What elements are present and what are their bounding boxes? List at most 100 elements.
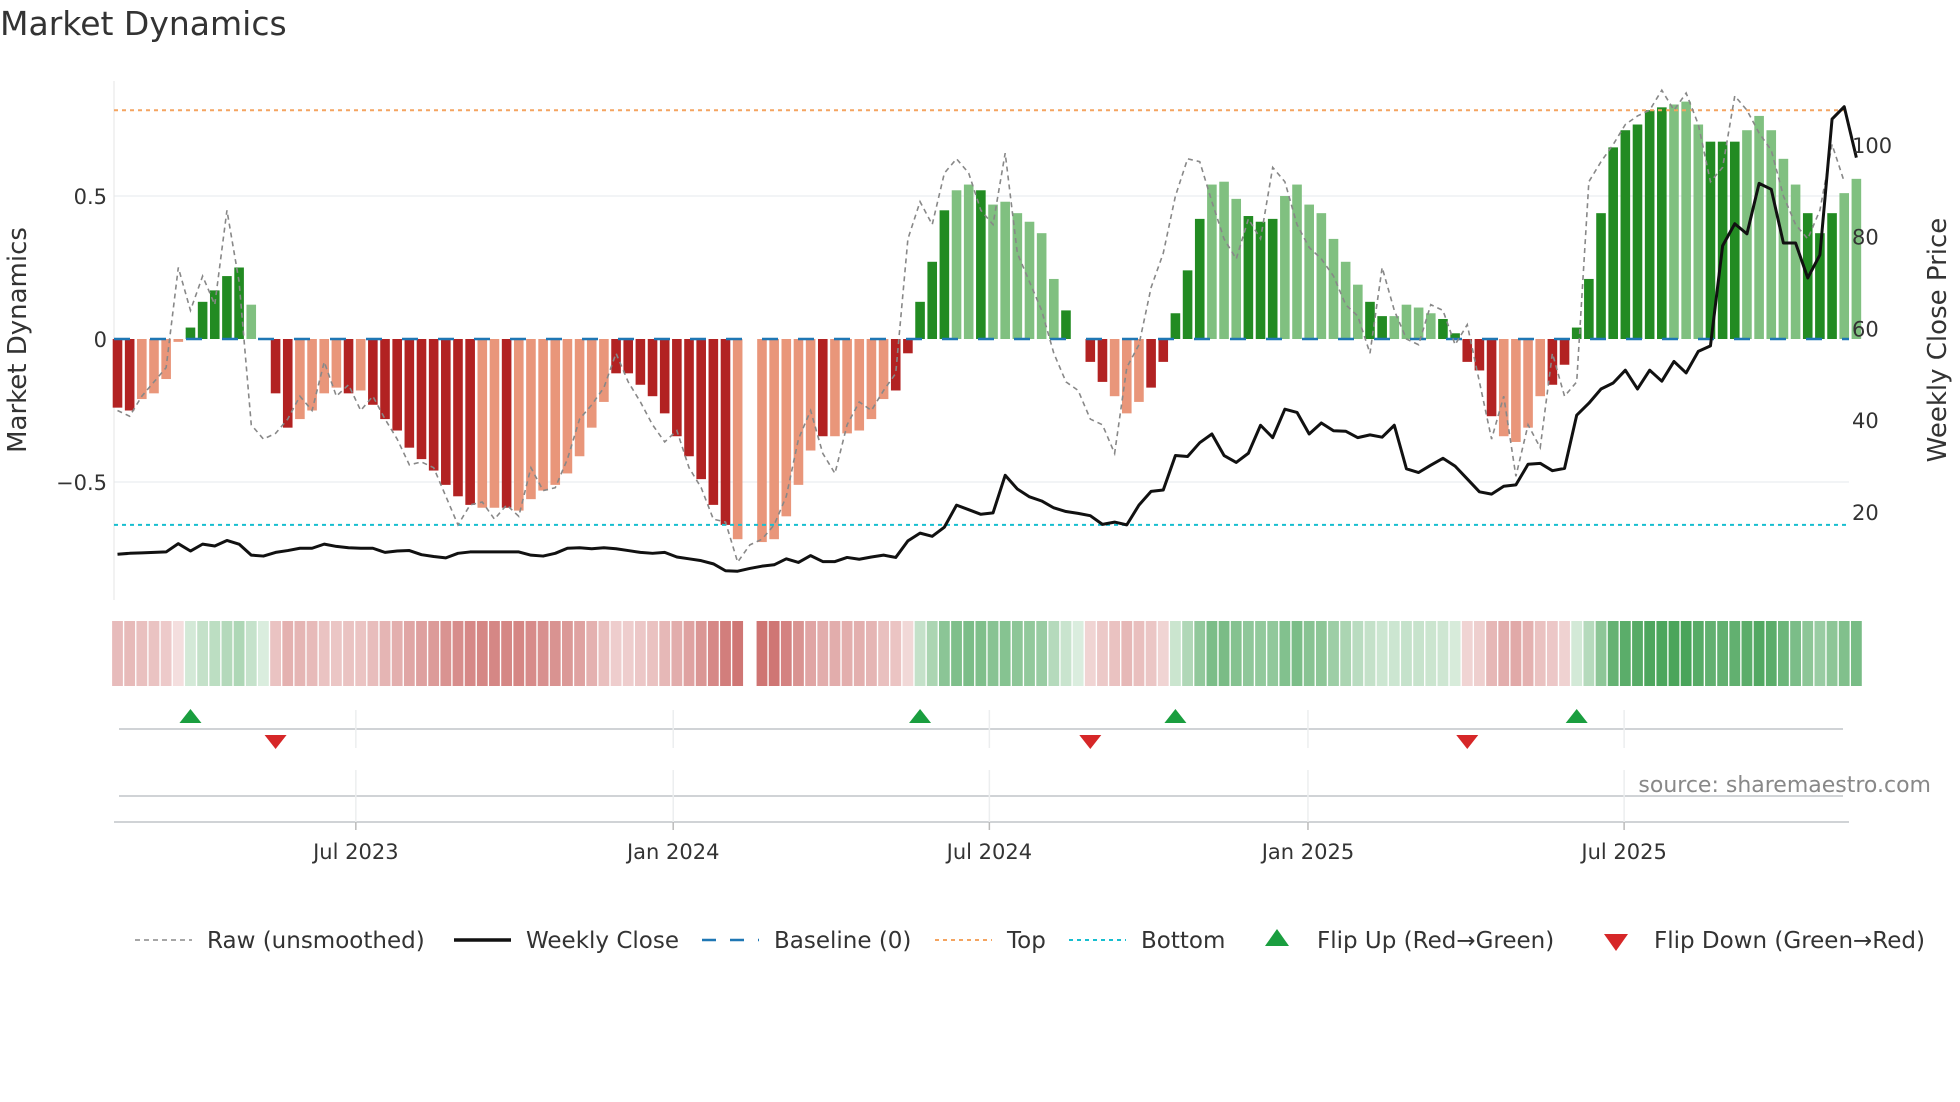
heatmap-cell xyxy=(379,621,391,686)
heatmap-cell xyxy=(1011,621,1023,686)
heatmap-cell xyxy=(1206,621,1218,686)
dynamics-bar xyxy=(1194,218,1205,339)
flip-down-legend-symbol xyxy=(1604,934,1628,951)
dynamics-bar xyxy=(586,339,597,428)
dynamics-bar xyxy=(963,184,974,339)
dynamics-bar xyxy=(1340,261,1351,339)
heatmap-cell xyxy=(1449,621,1461,686)
heatmap-cell xyxy=(902,621,914,686)
legend: Raw (unsmoothed) Weekly Close Baseline (0)… xyxy=(135,928,1925,954)
heatmap-cell xyxy=(282,621,294,686)
heatmap-cell xyxy=(598,621,610,686)
heatmap-cell xyxy=(1814,621,1826,686)
dynamics-bar xyxy=(173,339,184,342)
dynamics-bar xyxy=(355,339,366,391)
dynamics-bar xyxy=(295,339,305,420)
dynamics-bar xyxy=(1729,141,1740,339)
heatmap-cell xyxy=(817,621,829,686)
heatmap-cell xyxy=(671,621,683,686)
heatmap-cell xyxy=(294,621,306,686)
heatmap-cell xyxy=(1644,621,1656,686)
heatmap-cell xyxy=(355,621,367,686)
heatmap-cell xyxy=(1632,621,1643,686)
heatmap-cell xyxy=(756,621,768,686)
dynamics-bar xyxy=(1523,339,1533,428)
dynamics-bar xyxy=(1413,307,1424,339)
dynamics-bar xyxy=(1085,339,1096,362)
legend-item-flip-up: Flip Up (Red→Green) xyxy=(1265,928,1554,954)
heatmap-cell xyxy=(1364,621,1376,686)
heatmap-cell xyxy=(938,621,950,686)
dynamics-bar xyxy=(124,339,135,411)
legend-item-flip-down: Flip Down (Green→Red) xyxy=(1604,928,1925,954)
heatmap-cell xyxy=(197,621,209,686)
heatmap-cell xyxy=(112,621,123,686)
y2-axis-label: Weekly Close Price xyxy=(1923,218,1953,463)
flip-down-marker xyxy=(1456,735,1479,749)
dynamics-bar xyxy=(1121,339,1132,414)
heatmap-cell xyxy=(1255,621,1266,686)
heatmap-cell xyxy=(160,621,172,686)
x-tick-label: Jan 2025 xyxy=(1260,840,1355,864)
heatmap-cell xyxy=(489,621,500,686)
dynamics-bar xyxy=(1134,339,1144,402)
dynamics-bar xyxy=(1559,339,1570,365)
y-tick-label: 0 xyxy=(94,328,107,352)
dynamics-bar xyxy=(441,339,451,485)
dynamics-bar xyxy=(149,339,159,394)
dynamics-bar xyxy=(489,339,500,508)
flip-panel: Jul 2023 Jan 2024 Jul 2024 Jan 2025 Jul 2025 xyxy=(114,709,1849,864)
dynamics-bar xyxy=(1292,184,1302,339)
heatmap-cell xyxy=(330,621,342,686)
heatmap-cell xyxy=(1133,621,1145,686)
heatmap-cell xyxy=(1619,621,1631,686)
heatmap-cell xyxy=(513,621,525,686)
heatmap-cell xyxy=(525,621,537,686)
dynamics-bar xyxy=(1754,115,1764,339)
dynamics-bar xyxy=(915,301,925,339)
heatmap-cell xyxy=(622,621,634,686)
dynamics-bar xyxy=(1851,178,1862,339)
heatmap-cell xyxy=(476,621,488,686)
dynamics-bar xyxy=(319,339,330,394)
heatmap-cell xyxy=(1230,621,1242,686)
dynamics-bar xyxy=(453,339,463,497)
dynamics-bar xyxy=(684,339,694,457)
heatmap-cell xyxy=(1534,621,1546,686)
dynamics-bar xyxy=(951,190,962,339)
dynamics-bar xyxy=(1109,339,1120,397)
heatmap-cell xyxy=(1425,621,1437,686)
dynamics-bar xyxy=(331,339,342,388)
dynamics-bar xyxy=(1231,198,1242,339)
dynamics-bar xyxy=(708,339,719,505)
dynamics-bar xyxy=(1547,339,1558,385)
dynamics-bar xyxy=(927,261,938,339)
dynamics-bar xyxy=(1827,213,1837,339)
dynamics-bar xyxy=(1620,130,1631,339)
heatmap-cell xyxy=(695,621,707,686)
dynamics-bar xyxy=(246,304,257,339)
flip-up-marker xyxy=(1164,709,1187,723)
dynamics-bar xyxy=(1669,104,1679,339)
dynamics-bar xyxy=(161,339,171,380)
heatmap-cell xyxy=(1790,621,1801,686)
heatmap-cell xyxy=(1303,621,1315,686)
heatmap-cell xyxy=(634,621,646,686)
dynamics-bar xyxy=(1000,201,1010,339)
heatmap-cell xyxy=(1194,621,1206,686)
heatmap-cell xyxy=(963,621,975,686)
dynamics-bar xyxy=(1304,204,1314,339)
heatmap-cell xyxy=(1680,621,1692,686)
heatmap-cell xyxy=(975,621,987,686)
x-tick-label: Jul 2024 xyxy=(945,840,1032,864)
heatmap-cell xyxy=(805,621,817,686)
heatmap-cell xyxy=(1741,621,1753,686)
dynamics-bar xyxy=(672,339,682,437)
heatmap-cell xyxy=(1571,621,1583,686)
dynamics-bar xyxy=(611,339,621,374)
heatmap-cell xyxy=(233,621,245,686)
dynamics-bar xyxy=(538,339,548,491)
heatmap-cell xyxy=(1121,621,1133,686)
heatmap-cell xyxy=(866,621,877,686)
heatmap-cell xyxy=(926,621,938,686)
